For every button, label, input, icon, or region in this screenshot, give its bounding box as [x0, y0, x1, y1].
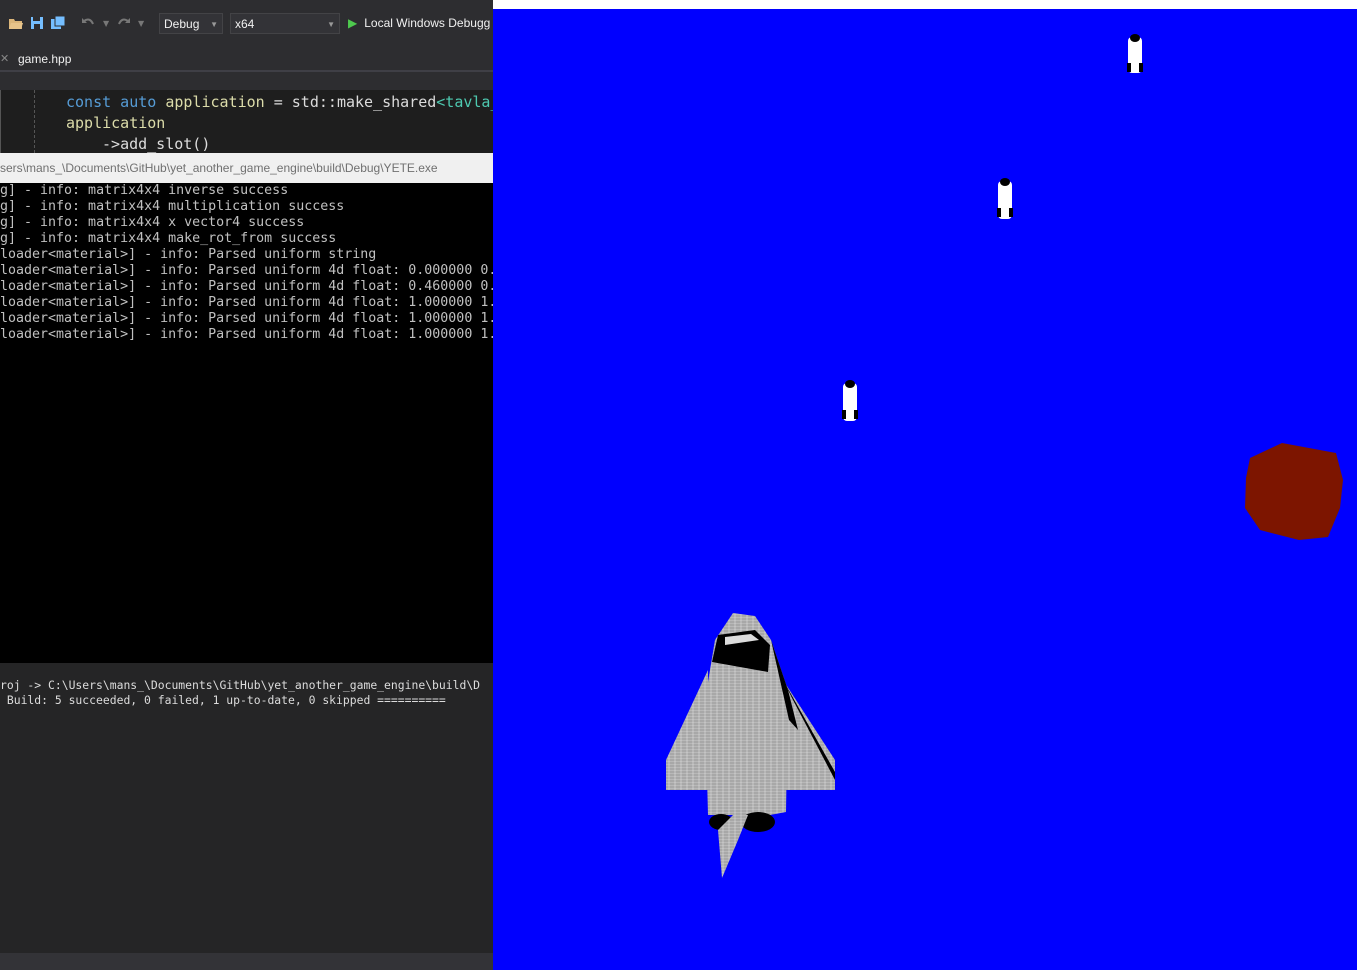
undo-icon[interactable] [80, 15, 96, 31]
console-output[interactable]: g] - info: matrix4x4 inverse success g] … [0, 183, 493, 663]
run-label: Local Windows Debugg [364, 16, 491, 30]
code-type: <tavla_ [436, 93, 493, 111]
gutter-guide [0, 90, 1, 153]
chevron-down-icon: ▼ [210, 20, 218, 29]
game-scene [666, 34, 1343, 878]
document-tabs: ✕ game.hpp [0, 48, 493, 72]
toolbar: ▼ ▼ Debug ▼ x64 ▼ ▶ Local Windows Debugg [0, 8, 493, 40]
code-line-2: application [66, 113, 165, 134]
redo-icon[interactable] [116, 15, 132, 31]
code-function: make_shared [336, 93, 437, 111]
code-variable: application [66, 114, 166, 132]
tab-label: game.hpp [18, 52, 72, 66]
missile [1127, 34, 1143, 73]
title-strip [0, 0, 493, 8]
console-line: g] - info: matrix4x4 x vector4 success [0, 215, 305, 230]
platform-select[interactable]: x64 ▼ [230, 13, 340, 34]
code-editor[interactable]: const auto application = std::make_share… [0, 90, 493, 153]
missile [997, 178, 1013, 219]
code-function: add_slot() [120, 135, 211, 153]
space-shuttle [666, 613, 835, 878]
indent-guide [34, 90, 35, 153]
asteroid [1245, 443, 1343, 540]
start-debugging-button[interactable]: ▶ Local Windows Debugg [348, 13, 490, 34]
console-line: loader<material>] - info: Parsed uniform… [0, 311, 493, 326]
console-line: loader<material>] - info: Parsed uniform… [0, 279, 493, 294]
console-line: g] - info: matrix4x4 multiplication succ… [0, 199, 345, 214]
save-icon[interactable] [29, 15, 45, 31]
game-viewport[interactable] [493, 0, 1357, 970]
redo-dropdown-icon[interactable]: ▼ [138, 19, 154, 35]
missile [842, 380, 858, 421]
platform-value: x64 [235, 17, 255, 31]
console-line: loader<material>] - info: Parsed uniform… [0, 247, 377, 262]
console-window-title: sers\mans_\Documents\GitHub\yet_another_… [0, 153, 493, 183]
console-line: g] - info: matrix4x4 make_rot_from succe… [0, 231, 337, 246]
open-folder-icon[interactable] [8, 15, 24, 31]
console-line: loader<material>] - info: Parsed uniform… [0, 263, 493, 278]
code-line-3: ->add_slot() [102, 134, 210, 153]
code-line-1: const auto application = std::make_share… [66, 92, 493, 113]
code-variable: application [165, 93, 265, 111]
code-keyword: const auto [66, 93, 166, 111]
configuration-value: Debug [164, 17, 200, 31]
close-icon[interactable]: ✕ [0, 48, 9, 70]
code-operator: -> [102, 135, 121, 153]
ide-window: ▼ ▼ Debug ▼ x64 ▼ ▶ Local Windows Debugg … [0, 0, 493, 970]
console-line: g] - info: matrix4x4 inverse success [0, 183, 289, 198]
play-icon: ▶ [348, 16, 358, 30]
console-line: loader<material>] - info: Parsed uniform… [0, 295, 493, 310]
configuration-select[interactable]: Debug ▼ [159, 13, 223, 34]
chevron-down-icon: ▼ [327, 20, 335, 29]
console-title-text: sers\mans_\Documents\GitHub\yet_another_… [0, 161, 438, 175]
save-all-icon[interactable] [50, 15, 66, 31]
build-output-pane[interactable]: roj -> C:\Users\mans_\Documents\GitHub\y… [0, 663, 493, 953]
console-line: loader<material>] - info: Parsed uniform… [0, 327, 493, 342]
output-line: Build: 5 succeeded, 0 failed, 1 up-to-da… [0, 693, 446, 707]
output-line: roj -> C:\Users\mans_\Documents\GitHub\y… [0, 678, 481, 692]
status-bar [0, 953, 493, 970]
code-text: = std:: [264, 93, 337, 111]
navigation-bar [0, 72, 493, 91]
